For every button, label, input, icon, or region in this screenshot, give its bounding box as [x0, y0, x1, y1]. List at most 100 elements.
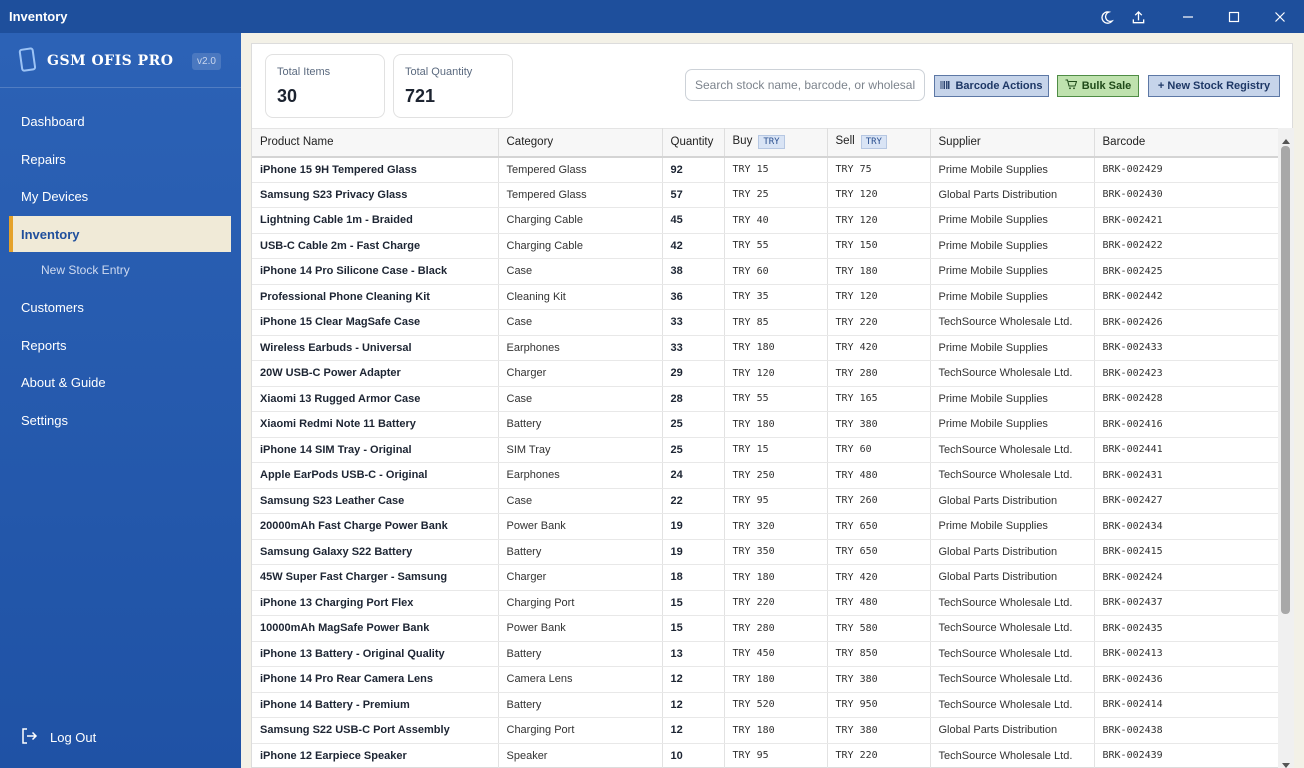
brand-name: GSM OFIS PRO: [47, 53, 174, 69]
col-header-product-name[interactable]: Product Name: [252, 128, 499, 158]
cell-product-name: Samsung S23 Privacy Glass: [252, 182, 499, 208]
cell-barcode: BRK-002438: [1094, 717, 1278, 744]
nav-dashboard[interactable]: Dashboard: [9, 103, 231, 139]
cell-barcode: BRK-002425: [1094, 258, 1278, 285]
inventory-panel: Total Items 30 Total Quantity 721 Barcod…: [251, 43, 1294, 768]
table-row[interactable]: 45W Super Fast Charger - Samsung Charger 1…: [252, 564, 1278, 591]
nav-repairs[interactable]: Repairs: [9, 141, 231, 177]
nav-new-stock-entry[interactable]: New Stock Entry: [41, 263, 130, 277]
total-items-card: Total Items 30: [265, 54, 385, 118]
bulk-sale-button[interactable]: Bulk Sale: [1057, 75, 1139, 97]
cell-quantity: 45: [662, 207, 725, 234]
nav-about-guide[interactable]: About & Guide: [9, 364, 231, 400]
col-header-barcode[interactable]: Barcode: [1094, 128, 1278, 158]
cell-supplier: Prime Mobile Supplies: [930, 411, 1095, 438]
col-header-category[interactable]: Category: [498, 128, 663, 158]
cell-barcode: BRK-002437: [1094, 590, 1278, 616]
theme-moon-icon[interactable]: [1093, 4, 1119, 30]
cell-buy-price: TRY 120: [724, 360, 828, 387]
cell-barcode: BRK-002416: [1094, 411, 1278, 438]
cell-sell-price: TRY 380: [827, 717, 931, 744]
minimize-icon[interactable]: [1175, 4, 1201, 30]
cell-supplier: Global Parts Distribution: [930, 539, 1095, 565]
table-row[interactable]: 20W USB-C Power Adapter Charger 29 TRY 120 T…: [252, 360, 1278, 387]
nav-inventory[interactable]: Inventory: [9, 216, 231, 252]
cell-supplier: TechSource Wholesale Ltd.: [930, 309, 1095, 336]
cell-buy-price: TRY 180: [724, 335, 828, 361]
table-row[interactable]: iPhone 15 Clear MagSafe Case Case 33 TRY 85…: [252, 309, 1278, 336]
col-header-supplier[interactable]: Supplier: [930, 128, 1095, 158]
cell-quantity: 92: [662, 156, 725, 183]
table-row[interactable]: iPhone 14 Battery - Premium Battery 12 TRY …: [252, 692, 1278, 718]
maximize-icon[interactable]: [1221, 4, 1247, 30]
cell-quantity: 25: [662, 411, 725, 438]
nav-my-devices[interactable]: My Devices: [9, 178, 231, 214]
table-row[interactable]: Samsung S23 Privacy Glass Tempered Glass 5…: [252, 182, 1278, 208]
table-row[interactable]: iPhone 13 Battery - Original Quality Batt…: [252, 641, 1278, 667]
new-stock-registry-label: + New Stock Registry: [1157, 80, 1271, 92]
cell-quantity: 18: [662, 564, 725, 591]
cell-supplier: TechSource Wholesale Ltd.: [930, 462, 1095, 489]
search-input[interactable]: [685, 69, 925, 101]
table-row[interactable]: iPhone 14 Pro Rear Camera Lens Camera Len…: [252, 666, 1278, 693]
cell-category: Battery: [498, 692, 663, 718]
cell-barcode: BRK-002423: [1094, 360, 1278, 387]
scroll-down-arrow-icon[interactable]: [1281, 757, 1291, 768]
col-header-quantity[interactable]: Quantity: [662, 128, 725, 158]
cell-category: Power Bank: [498, 615, 663, 642]
col-header-sell[interactable]: Sell TRY: [827, 128, 931, 158]
cell-barcode: BRK-002421: [1094, 207, 1278, 234]
cell-barcode: BRK-002436: [1094, 666, 1278, 693]
table-row[interactable]: iPhone 14 SIM Tray - Original SIM Tray 25 T…: [252, 437, 1278, 463]
cell-category: Earphones: [498, 335, 663, 361]
table-row[interactable]: Lightning Cable 1m - Braided Charging Cab…: [252, 207, 1278, 234]
cell-barcode: BRK-002413: [1094, 641, 1278, 667]
table-row[interactable]: iPhone 15 9H Tempered Glass Tempered Glas…: [252, 156, 1278, 183]
table-row[interactable]: Apple EarPods USB-C - Original Earphones 2…: [252, 462, 1278, 489]
cell-buy-price: TRY 350: [724, 539, 828, 565]
barcode-actions-button[interactable]: Barcode Actions: [934, 75, 1049, 97]
total-quantity-card: Total Quantity 721: [393, 54, 513, 118]
cell-product-name: Professional Phone Cleaning Kit: [252, 284, 499, 310]
close-icon[interactable]: [1267, 4, 1293, 30]
table-row[interactable]: Wireless Earbuds - Universal Earphones 33 T…: [252, 335, 1278, 361]
nav-settings[interactable]: Settings: [9, 402, 231, 438]
cell-buy-price: TRY 40: [724, 207, 828, 234]
table-row[interactable]: 10000mAh MagSafe Power Bank Power Bank 15 T…: [252, 615, 1278, 642]
table-header-row: Product Name Category Quantity Buy TRY Se…: [252, 128, 1278, 158]
table-row[interactable]: iPhone 12 Earpiece Speaker Speaker 10 TRY 9…: [252, 743, 1278, 768]
cell-supplier: Prime Mobile Supplies: [930, 513, 1095, 540]
table-row[interactable]: Samsung S22 USB-C Port Assembly Charging …: [252, 717, 1278, 744]
cell-supplier: TechSource Wholesale Ltd.: [930, 615, 1095, 642]
new-stock-registry-button[interactable]: + New Stock Registry: [1148, 75, 1280, 97]
col-header-buy[interactable]: Buy TRY: [724, 128, 828, 158]
inventory-table: Product Name Category Quantity Buy TRY Se…: [252, 128, 1278, 768]
table-row[interactable]: iPhone 13 Charging Port Flex Charging Por…: [252, 590, 1278, 616]
cart-icon: [1065, 79, 1077, 93]
brand-header: GSM OFIS PRO v2.0: [0, 33, 241, 88]
table-row[interactable]: iPhone 14 Pro Silicone Case - Black Case 3…: [252, 258, 1278, 285]
vertical-scrollbar[interactable]: [1278, 128, 1294, 768]
table-row[interactable]: Xiaomi 13 Rugged Armor Case Case 28 TRY 55 T…: [252, 386, 1278, 412]
cell-product-name: Lightning Cable 1m - Braided: [252, 207, 499, 234]
scroll-up-arrow-icon[interactable]: [1281, 132, 1291, 144]
export-icon[interactable]: [1125, 4, 1151, 30]
table-row[interactable]: Samsung S23 Leather Case Case 22 TRY 95 TRY …: [252, 488, 1278, 514]
cell-category: Battery: [498, 539, 663, 565]
table-row[interactable]: Xiaomi Redmi Note 11 Battery Battery 25 TRY…: [252, 411, 1278, 438]
cell-barcode: BRK-002439: [1094, 743, 1278, 768]
cell-quantity: 25: [662, 437, 725, 463]
scrollbar-thumb[interactable]: [1281, 146, 1290, 614]
cell-product-name: Xiaomi 13 Rugged Armor Case: [252, 386, 499, 412]
nav-customers[interactable]: Customers: [9, 289, 231, 325]
table-row[interactable]: Samsung Galaxy S22 Battery Battery 19 TRY 3…: [252, 539, 1278, 565]
cell-sell-price: TRY 380: [827, 411, 931, 438]
nav-reports[interactable]: Reports: [9, 327, 231, 363]
cell-quantity: 57: [662, 182, 725, 208]
cell-sell-price: TRY 480: [827, 590, 931, 616]
table-row[interactable]: USB-C Cable 2m - Fast Charge Charging Cab…: [252, 233, 1278, 259]
logout-button[interactable]: Log Out: [20, 727, 96, 748]
table-row[interactable]: Professional Phone Cleaning Kit Cleaning …: [252, 284, 1278, 310]
cell-buy-price: TRY 15: [724, 156, 828, 183]
table-row[interactable]: 20000mAh Fast Charge Power Bank Power Ban…: [252, 513, 1278, 540]
